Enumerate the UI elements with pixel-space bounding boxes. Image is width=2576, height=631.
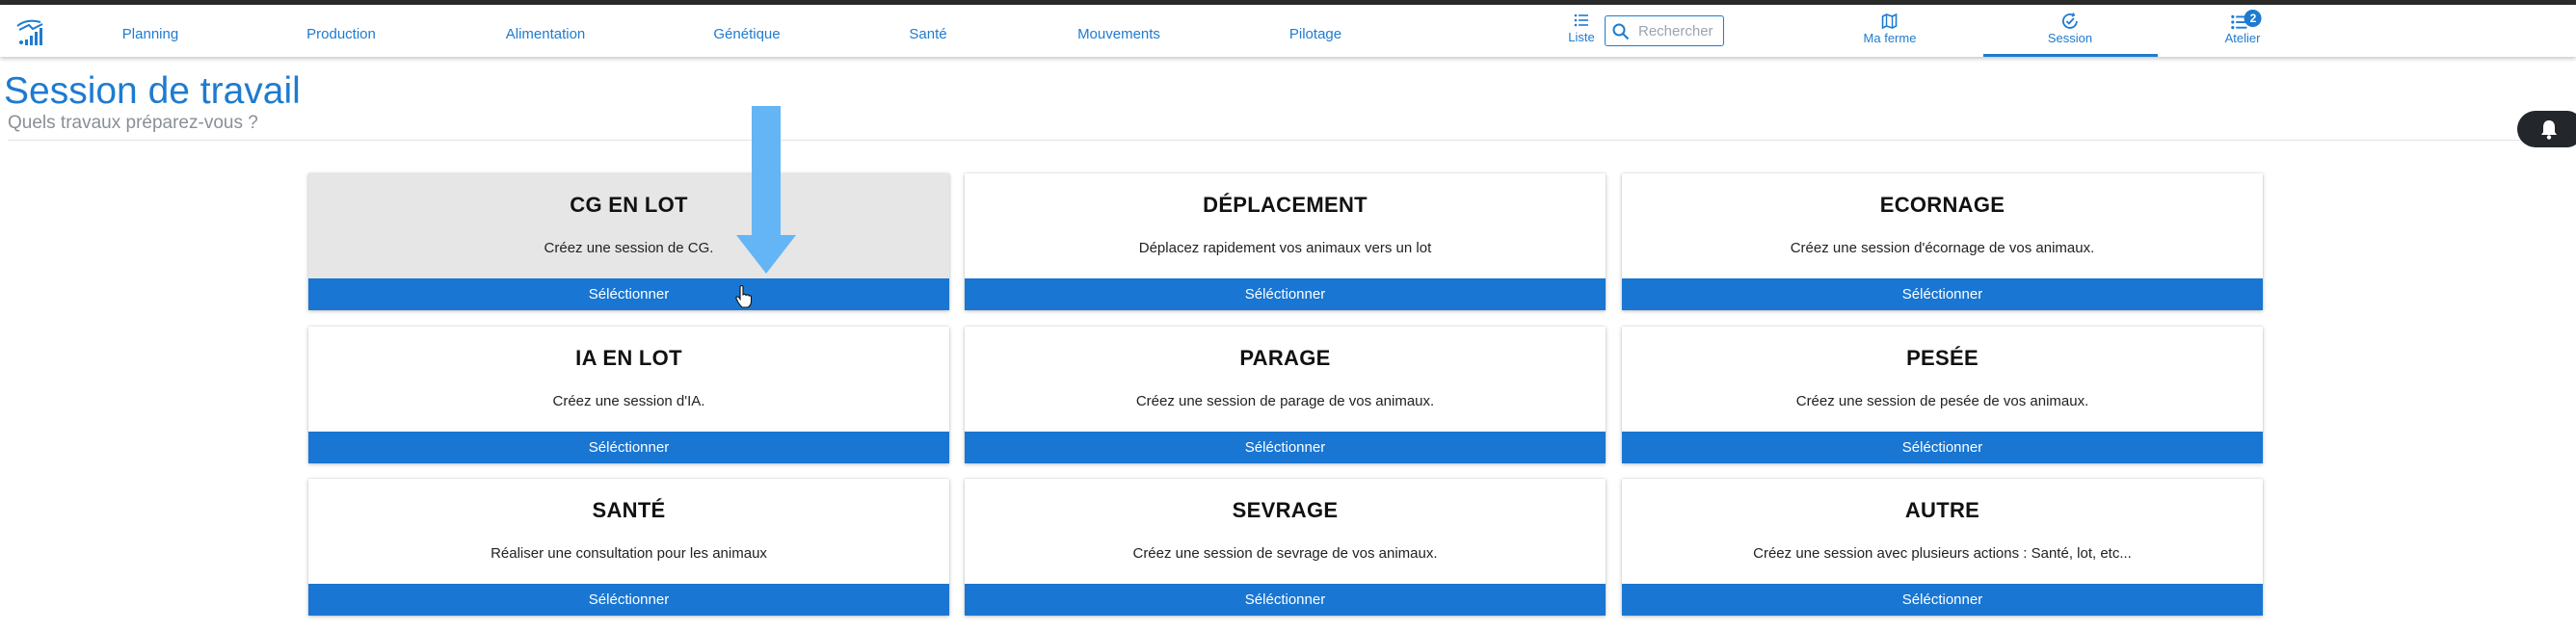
card-title: IA EN LOT <box>575 346 682 370</box>
card-title: PARAGE <box>1239 346 1331 370</box>
session-card-parage[interactable]: PARAGE Créez une session de parage de vo… <box>965 327 1606 463</box>
nav-item-atelier[interactable]: 2 Atelier <box>2224 10 2262 45</box>
bell-icon <box>2541 120 2557 140</box>
card-title: SANTÉ <box>592 498 666 522</box>
nav-item-alimentation[interactable]: Alimentation <box>506 24 586 45</box>
select-button[interactable]: Séléctionner <box>965 432 1606 463</box>
card-description: Créez une session de sevrage de vos anim… <box>1132 545 1438 562</box>
session-card-sante[interactable]: SANTÉ Réaliser une consultation pour les… <box>308 479 949 616</box>
nav-item-genetique[interactable]: Génétique <box>713 24 780 45</box>
session-card-sevrage[interactable]: SEVRAGE Créez une session de sevrage de … <box>965 479 1606 616</box>
search-box[interactable] <box>1605 15 1724 46</box>
ma-ferme-label: Ma ferme <box>1863 31 1917 45</box>
card-description: Créez une session d'IA. <box>552 393 705 409</box>
search-input[interactable] <box>1638 21 1719 40</box>
card-description: Réaliser une consultation pour les anima… <box>491 545 767 562</box>
page-subtitle: Quels travaux préparez-vous ? <box>8 113 258 133</box>
session-card-autre[interactable]: AUTRE Créez une session avec plusieurs a… <box>1622 479 2263 616</box>
card-description: Créez une session de CG. <box>544 240 714 256</box>
list-icon <box>1574 13 1588 27</box>
liste-button[interactable]: Liste <box>1567 13 1596 44</box>
select-button[interactable]: Séléctionner <box>308 278 949 310</box>
session-card-ia-en-lot[interactable]: IA EN LOT Créez une session d'IA. Séléct… <box>308 327 949 463</box>
app-logo-icon[interactable] <box>13 16 46 49</box>
nav-item-production[interactable]: Production <box>306 24 376 45</box>
select-button[interactable]: Séléctionner <box>308 584 949 616</box>
card-description: Créez une session avec plusieurs actions… <box>1753 545 2132 562</box>
select-button[interactable]: Séléctionner <box>308 432 949 463</box>
nav-item-sante[interactable]: Santé <box>909 24 946 45</box>
select-button[interactable]: Séléctionner <box>1622 584 2263 616</box>
session-card-pesee[interactable]: PESÉE Créez une session de pesée de vos … <box>1622 327 2263 463</box>
atelier-count-badge: 2 <box>2244 10 2262 27</box>
session-label: Session <box>2047 31 2093 45</box>
liste-label: Liste <box>1568 30 1595 44</box>
session-card-ecornage[interactable]: ECORNAGE Créez une session d'écornage de… <box>1622 173 2263 310</box>
select-button[interactable]: Séléctionner <box>965 278 1606 310</box>
nav-item-planning[interactable]: Planning <box>122 24 178 45</box>
session-card-cg-en-lot[interactable]: CG EN LOT Créez une session de CG. Séléc… <box>308 173 949 310</box>
divider <box>8 140 2576 141</box>
card-description: Créez une session de pesée de vos animau… <box>1795 393 2089 409</box>
nav-item-ma-ferme[interactable]: Ma ferme <box>1863 12 1917 45</box>
session-check-icon <box>2062 13 2078 29</box>
session-card-deplacement[interactable]: DÉPLACEMENT Déplacez rapidement vos anim… <box>965 173 1606 310</box>
card-description: Créez une session d'écornage de vos anim… <box>1790 240 2095 256</box>
atelier-label: Atelier <box>2224 31 2261 45</box>
card-description: Créez une session de parage de vos anima… <box>1135 393 1435 409</box>
card-description: Déplacez rapidement vos animaux vers un … <box>1138 240 1432 256</box>
nav-item-session[interactable]: Session <box>2048 12 2092 45</box>
card-title: CG EN LOT <box>570 193 688 217</box>
card-title: DÉPLACEMENT <box>1203 193 1368 217</box>
page-title: Session de travail <box>4 70 301 112</box>
select-button[interactable]: Séléctionner <box>1622 278 2263 310</box>
card-title: SEVRAGE <box>1232 498 1339 522</box>
select-button[interactable]: Séléctionner <box>1622 432 2263 463</box>
notification-button[interactable] <box>2517 111 2576 147</box>
nav-item-pilotage[interactable]: Pilotage <box>1289 24 1341 45</box>
hand-pointer-cursor-icon <box>735 285 753 308</box>
nav-item-mouvements[interactable]: Mouvements <box>1077 24 1160 45</box>
card-title: AUTRE <box>1904 498 1980 522</box>
top-navbar: Planning Production Alimentation Génétiq… <box>0 5 2576 57</box>
annotation-arrow-down-icon <box>736 106 796 274</box>
card-title: ECORNAGE <box>1879 193 2005 217</box>
select-button[interactable]: Séléctionner <box>965 584 1606 616</box>
card-title: PESÉE <box>1906 346 1978 370</box>
search-icon <box>1612 23 1630 40</box>
active-tab-indicator <box>1983 54 2158 57</box>
map-icon <box>1882 13 1898 30</box>
